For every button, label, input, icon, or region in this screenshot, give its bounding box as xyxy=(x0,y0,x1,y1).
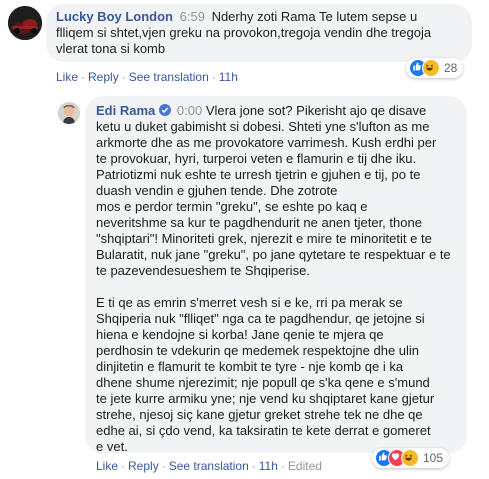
separator-dot: · xyxy=(121,459,126,473)
reply-button[interactable]: Reply xyxy=(88,70,119,84)
reply-button[interactable]: Reply xyxy=(128,459,159,473)
comment-line: Edi Rama 0:00 Vlera jone sot? Pikerisht … xyxy=(96,103,466,119)
comment-line: te pazevendesueshem te Shqiperise. xyxy=(96,263,310,278)
separator-dot: · xyxy=(121,70,126,84)
comment-age-link[interactable]: 11h xyxy=(219,70,238,84)
reactions-summary[interactable]: 105 xyxy=(372,448,450,468)
comment-line: te provokuar, hyri, turperoi veten e fla… xyxy=(96,151,417,166)
separator-dot: · xyxy=(251,459,256,473)
comment-line: hiena e kendojne si korba! Jane qenie te… xyxy=(96,327,384,342)
comment-line: perdhosin te vdekurin qe medemek respekt… xyxy=(96,343,420,358)
avatar-image xyxy=(58,102,80,124)
like-button[interactable]: Like xyxy=(56,70,78,84)
comment-line: edhe ai, si çdo vend, ka taksiratin te k… xyxy=(96,423,431,438)
comment-line: Nderhy zoti Rama Te lutem sepse u xyxy=(211,9,418,24)
comment-line: dinjitetin e flamurit te kombit te tyre … xyxy=(96,359,404,374)
see-translation-link[interactable]: See translation xyxy=(129,70,209,84)
comment-line: Shqiperia nuk "flliqet" nga ca te pagdhe… xyxy=(96,311,425,326)
avatar[interactable] xyxy=(8,6,42,40)
reaction-count: 105 xyxy=(423,451,444,465)
comment-lucky-boy: Lucky Boy London 6:59 Nderhy zoti Rama T… xyxy=(0,0,489,90)
haha-icon xyxy=(422,59,440,77)
comment-paragraph: E ti qe as emrin s'merret vesh si e ke, … xyxy=(96,295,466,455)
reaction-count: 28 xyxy=(444,61,458,75)
comment-line: mos e perdor termin "greku", se eshte po… xyxy=(96,199,368,214)
comment-line: "shqiptari"! Minoriteti grek, njerezit e… xyxy=(96,231,432,246)
comment-line: duash vendin e gjuhen tende. Dhe zotrote xyxy=(96,183,338,198)
comment-author[interactable]: Edi Rama xyxy=(96,103,155,118)
comment-edi-rama: Edi Rama 0:00 Vlera jone sot? Pikerisht … xyxy=(0,90,489,479)
haha-icon xyxy=(401,449,419,467)
comment-text: Lucky Boy London 6:59 Nderhy zoti Rama T… xyxy=(56,9,468,25)
comment-line: Bularatit, nuk jane "greku", po jane qyt… xyxy=(96,247,451,262)
avatar[interactable] xyxy=(58,102,80,124)
comment-line: Patriotizmi nuk eshte te urresh tjetrin … xyxy=(96,167,421,182)
comment-line: E ti qe as emrin s'merret vesh si e ke, … xyxy=(96,295,403,310)
separator-dot: · xyxy=(211,70,216,84)
reactions-summary[interactable]: 28 xyxy=(406,58,464,78)
comment-line: strehe, njesoj siç kane gjetur greket st… xyxy=(96,407,423,422)
avatar-image xyxy=(8,6,42,40)
comment-line-text: Vlera jone sot? Pikerisht ajo qe disave xyxy=(205,103,427,118)
comment-line: arkmorte dhe as me provokatore varrimesh… xyxy=(96,135,437,150)
comment-author[interactable]: Lucky Boy London xyxy=(56,9,173,24)
see-translation-link[interactable]: See translation xyxy=(169,459,249,473)
separator-dot: · xyxy=(161,459,166,473)
verified-badge-icon xyxy=(159,104,172,116)
edited-label[interactable]: Edited xyxy=(288,459,322,473)
comment-line: ketu u duket gabimisht si dobesi. Shteti… xyxy=(96,119,430,134)
comment-line: dhene shume njerezimit; nje popull qe s'… xyxy=(96,375,430,390)
comment-actions: Like · Reply · See translation · 11h · Edited xyxy=(96,459,322,473)
comment-line: neveritshme sa kur te pagdhendurit ne an… xyxy=(96,215,422,230)
like-button[interactable]: Like xyxy=(96,459,118,473)
comment-line: vlerat tona si komb xyxy=(56,41,166,56)
comment-timestamp: 0:00 xyxy=(176,103,203,118)
separator-dot: · xyxy=(81,70,86,84)
comment-timestamp: 6:59 xyxy=(179,9,205,24)
comment-line: flliqem si shtet,vjen greku na provokon,… xyxy=(56,25,432,40)
comment-bubble: Edi Rama 0:00 Vlera jone sot? Pikerisht … xyxy=(85,96,467,455)
comment-paragraph: Edi Rama 0:00 Vlera jone sot? Pikerisht … xyxy=(96,103,466,279)
comment-bubble: Lucky Boy London 6:59 Nderhy zoti Rama T… xyxy=(46,4,472,62)
comment-line: te jete kurre armiku yne; nje vend ku sh… xyxy=(96,391,435,406)
comment-actions: Like · Reply · See translation · 11h xyxy=(56,70,238,84)
comment-age-link[interactable]: 11h xyxy=(259,459,278,473)
separator-dot: · xyxy=(280,459,285,473)
